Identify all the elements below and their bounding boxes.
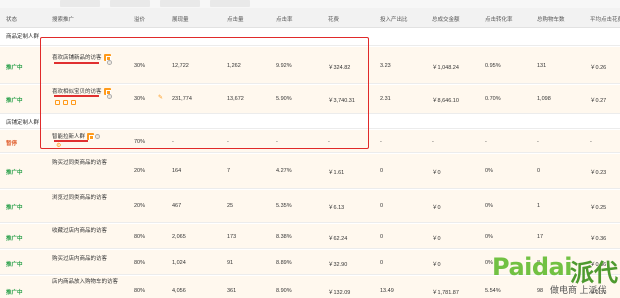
col-clicks[interactable]: 点击量 (227, 15, 244, 23)
ctr-value: 8.89% (276, 260, 292, 266)
crowd-name: 购买过同类商品的访客 (52, 160, 108, 166)
col-cost[interactable]: 花费 (328, 15, 339, 23)
table-header: 状态 搜索推广 溢价 展现量 点击量 点击率 花费 投入产出比 总成交金额 点击… (0, 8, 620, 28)
cpc-value: - (590, 139, 592, 145)
ctr-value: 4.27% (276, 168, 292, 174)
table-row[interactable]: 推广中 浏览过同类商品的访客 20% 467 25 5.35% ￥6.13 0 … (0, 190, 620, 223)
status-badge: 推广中 (6, 205, 23, 211)
gmv-value: - (432, 139, 434, 145)
clicks-value: 361 (227, 288, 237, 294)
table-row[interactable]: 推广中 购买过同类商品的访客 20% 164 7 4.27% ￥1.61 0 ￥… (0, 154, 620, 189)
gmv-value: ￥0 (432, 170, 441, 176)
cpc-value: ￥0.26 (590, 65, 607, 71)
carts-value: 0 (537, 168, 541, 174)
premium-value[interactable]: 80% (134, 288, 145, 294)
roi-value: 0 (380, 203, 384, 209)
impressions-value: 4,056 (172, 288, 186, 294)
toolbar-tab[interactable] (160, 0, 200, 7)
cpc-value: ￥0.27 (590, 98, 607, 104)
impressions-value: 467 (172, 203, 182, 209)
status-badge: 推广中 (6, 170, 23, 176)
status-badge: 推广中 (6, 65, 23, 71)
cpc-value: ￥0.23 (590, 170, 607, 176)
col-ctr[interactable]: 点击率 (276, 15, 293, 23)
cvr-value: 0.70% (485, 96, 501, 102)
cost-value: ￥32.90 (328, 262, 348, 268)
cvr-value: 0% (485, 234, 493, 240)
roi-value: 13.49 (380, 288, 394, 294)
impressions-value: 2,065 (172, 234, 186, 240)
carts-value: 17 (537, 234, 544, 240)
carts-value: 1,098 (537, 96, 551, 102)
clicks-value: 25 (227, 203, 234, 209)
clicks-value: 7 (227, 168, 231, 174)
group-label: 商品定制人群 (6, 34, 40, 40)
col-roi[interactable]: 投入产出比 (380, 15, 408, 23)
toolbar-tab[interactable] (110, 0, 150, 7)
gmv-value: ￥1,048.24 (432, 65, 459, 71)
col-premium[interactable]: 溢价 (134, 15, 145, 23)
roi-value: 2.31 (380, 96, 391, 102)
cost-value: ￥6.13 (328, 205, 345, 211)
toolbar-tab[interactable] (60, 0, 100, 7)
col-name[interactable]: 搜索推广 (52, 15, 74, 23)
roi-value: - (380, 139, 382, 145)
watermark-logo: Paidai 派代 做电商 上派代 (492, 253, 620, 298)
cvr-value: 0.95% (485, 63, 501, 69)
gmv-value: ￥0 (432, 262, 441, 268)
top-toolbar (0, 0, 620, 8)
gmv-value: ￥1,781.87 (432, 290, 459, 296)
col-carts[interactable]: 总购物车数 (537, 15, 565, 23)
premium-value[interactable]: 20% (134, 203, 145, 209)
roi-value: 0 (380, 260, 384, 266)
premium-value[interactable]: 20% (134, 168, 145, 174)
cvr-value: 0% (485, 168, 493, 174)
carts-value: 1 (537, 203, 541, 209)
col-impressions[interactable]: 展现量 (172, 15, 189, 23)
roi-value: 0 (380, 234, 384, 240)
ctr-value: 5.35% (276, 203, 292, 209)
crowd-name: 收藏过店内商品的访客 (52, 228, 108, 234)
roi-value: 0 (380, 168, 384, 174)
col-status[interactable]: 状态 (6, 15, 17, 23)
premium-value[interactable]: 80% (134, 260, 145, 266)
gmv-value: ￥0 (432, 205, 441, 211)
col-gmv[interactable]: 总成交金额 (432, 15, 460, 23)
status-badge: 暂停 (6, 141, 18, 147)
ctr-value: 8.90% (276, 288, 292, 294)
col-cpc[interactable]: 平均点击花费 (590, 15, 620, 23)
cpc-value: ￥0.25 (590, 205, 607, 211)
clicks-value: 173 (227, 234, 237, 240)
premium-value[interactable]: 80% (134, 234, 145, 240)
carts-value: 131 (537, 63, 547, 69)
cost-value: ￥62.24 (328, 236, 348, 242)
group-label: 店铺定制人群 (6, 120, 40, 126)
impressions-value: 164 (172, 168, 182, 174)
cvr-value: - (485, 139, 487, 145)
col-cvr[interactable]: 点击转化率 (485, 15, 513, 23)
clicks-value: 91 (227, 260, 234, 266)
status-badge: 推广中 (6, 98, 23, 104)
status-badge: 推广中 (6, 236, 23, 242)
carts-value: - (537, 139, 539, 145)
watermark-brand: Paidai (492, 253, 572, 281)
crowd-name: 店内商品放入购物车的访客 (52, 279, 119, 285)
cpc-value: ￥0.36 (590, 236, 607, 242)
crowd-name: 浏览过同类商品的访客 (52, 195, 108, 201)
roi-value: 3.23 (380, 63, 391, 69)
gmv-value: ￥8,646.10 (432, 98, 459, 104)
toolbar-tab[interactable] (210, 0, 250, 7)
ctr-value: 8.38% (276, 234, 292, 240)
watermark-tagline: 做电商 上派代 (550, 285, 607, 295)
cost-value: ￥1.61 (328, 170, 345, 176)
crowd-name: 购买过店内商品的访客 (52, 256, 108, 262)
cost-value: ￥132.09 (328, 290, 351, 296)
highlight-box (40, 37, 369, 149)
gmv-value: ￥0 (432, 236, 441, 242)
status-badge: 推广中 (6, 290, 23, 296)
cvr-value: 0% (485, 203, 493, 209)
status-badge: 推广中 (6, 262, 23, 268)
table-row[interactable]: 推广中 收藏过店内商品的访客 80% 2,065 173 8.38% ￥62.2… (0, 224, 620, 249)
impressions-value: 1,024 (172, 260, 186, 266)
